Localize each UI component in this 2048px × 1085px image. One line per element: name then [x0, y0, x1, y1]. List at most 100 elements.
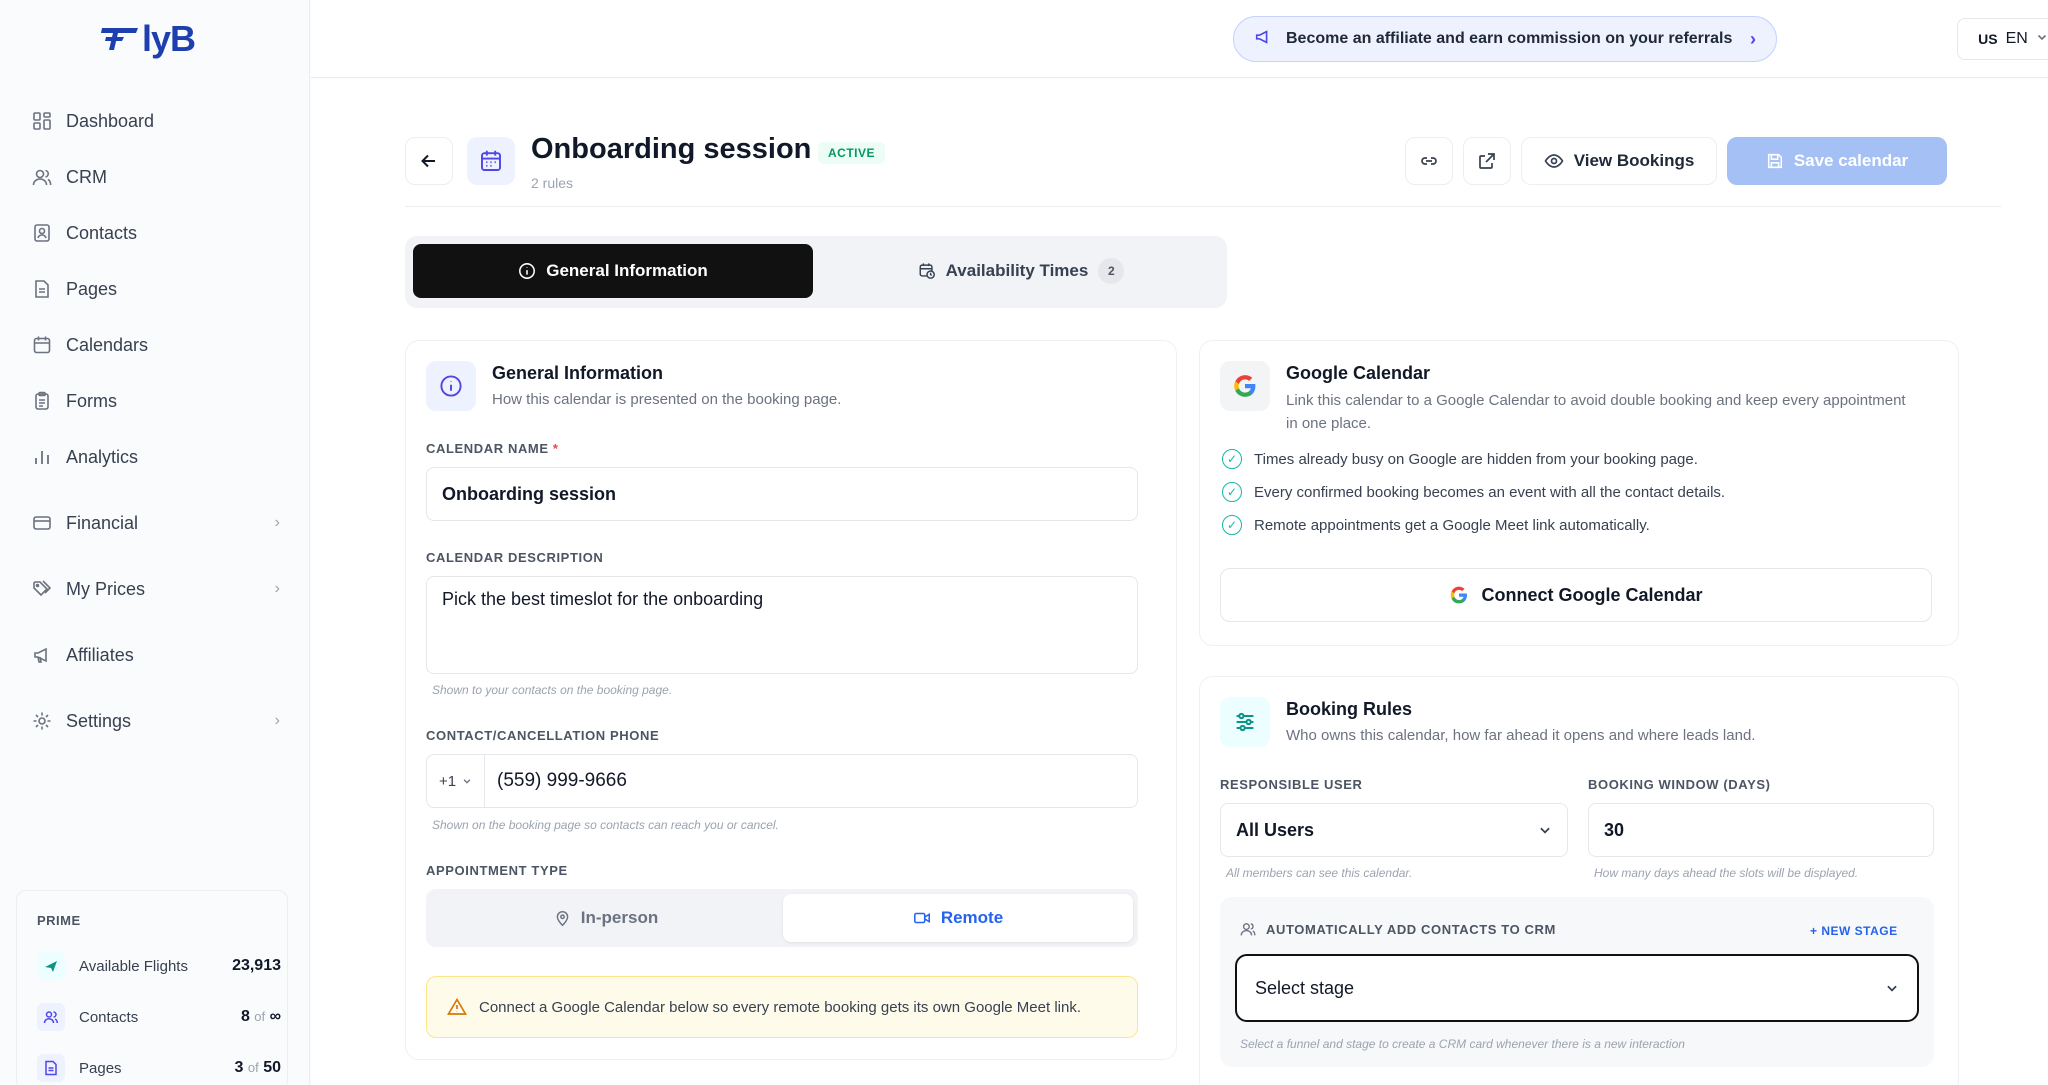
sidebar-item-calendars[interactable]: Calendars	[30, 325, 280, 365]
chevron-right-icon: ›	[274, 712, 280, 729]
sidebar-item-my-prices[interactable]: My Prices ›	[30, 569, 280, 609]
topbar: Become an affiliate and earn commission …	[311, 0, 2048, 78]
eye-icon	[1544, 154, 1564, 168]
main-content: Onboarding session ACTIVE 2 rules View B…	[311, 79, 2048, 1085]
option-label: In-person	[580, 908, 659, 927]
sidebar-item-label: Dashboard	[66, 110, 155, 131]
back-button[interactable]	[405, 137, 453, 185]
plane-icon	[37, 952, 65, 980]
file-icon	[37, 1054, 65, 1082]
plan-row-value: 8 of ∞	[240, 1008, 281, 1025]
sidebar-item-dashboard[interactable]: Dashboard	[30, 101, 280, 141]
view-bookings-button[interactable]: View Bookings	[1521, 137, 1717, 185]
sidebar: lyB Dashboard CRM Contacts Pages Calenda…	[0, 0, 310, 1085]
appointment-type-toggle: In-person Remote	[426, 889, 1138, 947]
option-label: Remote	[940, 908, 1004, 927]
sidebar-item-analytics[interactable]: Analytics	[30, 437, 280, 477]
sidebar-item-label: CRM	[66, 166, 107, 187]
select-value: All Users	[1236, 819, 1315, 840]
chevron-right-icon: ›	[274, 580, 280, 597]
tab-availability-times[interactable]: Availability Times 2	[821, 244, 1221, 298]
connect-google-calendar-button[interactable]: Connect Google Calendar	[1220, 568, 1932, 622]
phone-input[interactable]: (559) 999-9666	[485, 770, 627, 792]
info-icon	[519, 263, 536, 279]
map-pin-icon	[556, 910, 569, 926]
sidebar-item-label: My Prices	[66, 578, 146, 599]
appointment-type-in-person[interactable]: In-person	[431, 894, 781, 942]
description-hint: Shown to your contacts on the booking pa…	[432, 683, 673, 697]
flag-icon: US	[1978, 31, 1998, 47]
select-placeholder: Select stage	[1255, 977, 1355, 998]
sidebar-item-crm[interactable]: CRM	[30, 157, 280, 197]
calendar-description-textarea[interactable]: Pick the best timeslot for the onboardin…	[426, 576, 1138, 674]
link-icon	[1421, 157, 1437, 165]
general-information-card: General Information How this calendar is…	[405, 340, 1177, 1060]
external-link-icon	[1479, 153, 1495, 169]
plan-row-label: Available Flights	[79, 957, 188, 975]
calendar-name-input[interactable]: Onboarding session	[426, 467, 1138, 521]
plan-usage-box: PRIME Available Flights 23,913 Contacts …	[16, 890, 288, 1085]
new-stage-button[interactable]: + NEW STAGE	[1810, 924, 1898, 938]
chevron-down-icon	[1887, 985, 1897, 992]
google-meet-warning: Connect a Google Calendar below so every…	[426, 976, 1138, 1038]
stage-select[interactable]: Select stage	[1235, 954, 1919, 1022]
save-icon	[1767, 153, 1782, 169]
sidebar-item-label: Pages	[66, 278, 118, 299]
bar-chart-icon	[30, 445, 54, 469]
calendar-clock-icon	[919, 263, 935, 279]
sidebar-item-financial[interactable]: Financial ›	[30, 503, 280, 543]
appointment-type-remote[interactable]: Remote	[783, 894, 1133, 942]
feature-text: Remote appointments get a Google Meet li…	[1254, 516, 1650, 534]
warning-text: Connect a Google Calendar below so every…	[479, 998, 1081, 1016]
promo-text: Become an affiliate and earn commission …	[1286, 30, 1733, 47]
chevron-down-icon	[2036, 30, 2048, 48]
grid-icon	[30, 109, 54, 133]
responsible-user-label: RESPONSIBLE USER	[1220, 777, 1363, 792]
phone-hint: Shown on the booking page so contacts ca…	[432, 818, 779, 832]
language-selector[interactable]: US EN	[1957, 18, 2048, 60]
booking-rules-card: Booking Rules Who owns this calendar, ho…	[1199, 676, 1959, 1085]
logo-text: lyB	[142, 18, 196, 59]
copy-link-button[interactable]	[1405, 137, 1453, 185]
sidebar-item-contacts[interactable]: Contacts	[30, 213, 280, 253]
affiliate-promo-banner[interactable]: Become an affiliate and earn commission …	[1233, 16, 1777, 62]
sidebar-item-settings[interactable]: Settings ›	[30, 701, 280, 741]
feature-text: Times already busy on Google are hidden …	[1254, 450, 1698, 468]
video-icon	[913, 912, 930, 924]
sidebar-item-forms[interactable]: Forms	[30, 381, 280, 421]
contact-card-icon	[30, 221, 54, 245]
card-subtitle: How this calendar is presented on the bo…	[492, 391, 842, 408]
status-badge: ACTIVE	[818, 142, 886, 164]
card-subtitle-line1: Link this calendar to a Google Calendar …	[1286, 392, 1906, 409]
info-icon	[426, 361, 476, 411]
plan-row-contacts: Contacts 8 of ∞	[37, 1002, 281, 1032]
sidebar-item-label: Settings	[66, 710, 132, 731]
page-title: Onboarding session	[531, 133, 812, 165]
plan-row-value: 3 of 50	[234, 1059, 281, 1076]
credit-card-icon	[30, 511, 54, 535]
page-header: Onboarding session ACTIVE 2 rules View B…	[405, 131, 2001, 207]
plan-row-label: Pages	[79, 1059, 122, 1077]
check-circle-icon: ✓	[1222, 515, 1242, 535]
crm-label: AUTOMATICALLY ADD CONTACTS TO CRM	[1240, 921, 1556, 937]
tab-general-information[interactable]: General Information	[413, 244, 813, 298]
save-calendar-button[interactable]: Save calendar	[1727, 137, 1947, 185]
tags-icon	[30, 577, 54, 601]
megaphone-icon	[30, 643, 54, 667]
booking-window-input[interactable]: 30	[1588, 803, 1934, 857]
logo[interactable]: lyB	[100, 18, 196, 60]
warning-icon	[447, 997, 467, 1015]
country-code-select[interactable]: +1	[427, 755, 485, 807]
sidebar-item-pages[interactable]: Pages	[30, 269, 280, 309]
plan-row-pages: Pages 3 of 50	[37, 1053, 281, 1083]
google-icon	[1220, 361, 1270, 411]
open-external-button[interactable]	[1463, 137, 1511, 185]
logo-mark-icon	[101, 28, 138, 50]
calendar-icon	[30, 333, 54, 357]
responsible-user-select[interactable]: All Users	[1220, 803, 1568, 857]
check-circle-icon: ✓	[1222, 482, 1242, 502]
card-subtitle: Who owns this calendar, how far ahead it…	[1286, 727, 1756, 744]
sidebar-item-affiliates[interactable]: Affiliates	[30, 635, 280, 675]
rules-count: 2 rules	[531, 175, 574, 191]
plan-row-label: Contacts	[79, 1008, 139, 1026]
